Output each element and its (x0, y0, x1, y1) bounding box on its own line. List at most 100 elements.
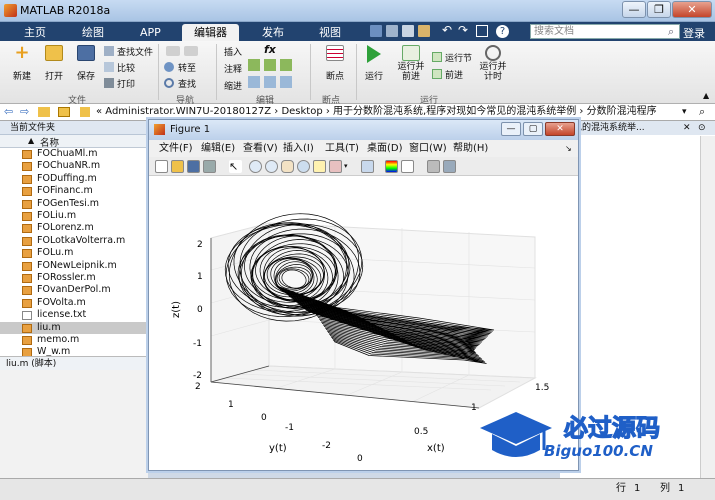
file-list-item[interactable]: W_w.m (0, 346, 148, 356)
wrap-icon[interactable] (264, 59, 276, 71)
menu-window[interactable]: 窗口(W) (409, 140, 447, 157)
goto-button[interactable]: 转至 (164, 61, 210, 74)
brush-icon[interactable] (329, 160, 342, 173)
legend-icon[interactable] (401, 160, 414, 173)
editor-scrollbar[interactable] (700, 136, 715, 478)
insert-label[interactable]: 插入 (224, 45, 242, 58)
nav-forward-icon[interactable] (184, 46, 198, 56)
run-and-advance-button[interactable]: 运行并 前进 (392, 45, 430, 82)
nav-back-icon[interactable] (166, 46, 180, 56)
new-button[interactable]: + 新建 (8, 44, 36, 83)
minimize-button[interactable]: — (622, 1, 646, 18)
uncomment-icon[interactable] (280, 59, 292, 71)
figure-minimize-button[interactable]: — (501, 122, 521, 136)
maximize-button[interactable]: ❐ (647, 1, 671, 18)
print-figure-icon[interactable] (203, 160, 216, 173)
menu-view[interactable]: 查看(V) (243, 140, 278, 157)
save-button[interactable]: 保存 (72, 45, 100, 82)
file-list-item[interactable]: FOChuaMl.m (0, 148, 148, 160)
show-tools-icon[interactable] (443, 160, 456, 173)
sort-arrow-icon[interactable]: ▲ (28, 136, 34, 145)
link-plot-icon[interactable] (361, 160, 374, 173)
run-and-time-button[interactable]: 运行并 计时 (478, 45, 508, 82)
editor-tab[interactable]: 常见的混沌系统举... ✕ ⊙ (560, 121, 715, 135)
menu-file[interactable]: 文件(F) (159, 140, 193, 157)
file-list-item[interactable]: FOChuaNR.m (0, 160, 148, 172)
menu-help[interactable]: 帮助(H) (453, 140, 488, 157)
column-name-header[interactable]: 名称 (40, 135, 59, 149)
new-figure-icon[interactable] (155, 160, 168, 173)
save-figure-icon[interactable] (187, 160, 200, 173)
decrease-indent-icon[interactable] (280, 76, 292, 88)
file-list-item[interactable]: FOVolta.m (0, 297, 148, 309)
dock-arrow-icon[interactable]: ↘ (565, 140, 572, 157)
current-folder-path[interactable]: « Administrator.WIN7U-20180127Z › Deskto… (96, 104, 657, 120)
comment-label[interactable]: 注释 (224, 62, 242, 75)
file-list-item[interactable]: FONewLeipnik.m (0, 260, 148, 272)
advance-button[interactable]: 前进 (432, 68, 472, 81)
open-button[interactable]: 打开 (40, 45, 68, 82)
tab-view[interactable]: 视图 (307, 24, 353, 41)
menu-tools[interactable]: 工具(T) (325, 140, 359, 157)
search-path-icon[interactable]: ⌕ (699, 104, 705, 120)
back-arrow-icon[interactable]: ⇦ (4, 104, 13, 120)
increase-indent-icon[interactable] (264, 76, 276, 88)
menu-desktop[interactable]: 桌面(D) (367, 140, 403, 157)
figure-close-button[interactable]: ✕ (545, 122, 575, 136)
brush-dropdown-icon[interactable]: ▾ (344, 162, 348, 170)
file-list-item[interactable]: FOLu.m (0, 247, 148, 259)
file-list-item[interactable]: FORossler.m (0, 272, 148, 284)
pan-hand-icon[interactable] (281, 160, 294, 173)
file-list-item[interactable]: FOGenTesi.m (0, 198, 148, 210)
hide-tools-icon[interactable] (427, 160, 440, 173)
data-cursor-icon[interactable] (313, 160, 326, 173)
tab-home[interactable]: 主页 (12, 24, 58, 41)
colorbar-icon[interactable] (385, 160, 398, 173)
print-button[interactable]: 打印 (104, 77, 144, 90)
menu-edit[interactable]: 编辑(E) (201, 140, 235, 157)
run-button[interactable]: 运行 (360, 45, 388, 82)
zoom-in-icon[interactable] (249, 160, 262, 173)
file-list-item[interactable]: FOFinanc.m (0, 185, 148, 197)
search-documentation-input[interactable]: 搜索文档 (530, 24, 680, 39)
close-button[interactable]: ✕ (672, 1, 712, 18)
file-list-item[interactable]: FOLotkaVolterra.m (0, 235, 148, 247)
find-button[interactable]: 查找 (164, 77, 210, 90)
pointer-icon[interactable]: ↖ (229, 160, 242, 173)
tab-plots[interactable]: 绘图 (70, 24, 116, 41)
browse-folder-icon[interactable] (58, 107, 70, 117)
undo-icon[interactable]: ↶ (442, 23, 452, 37)
figure-maximize-button[interactable]: ▢ (523, 122, 543, 136)
rotate-3d-icon[interactable] (297, 160, 310, 173)
up-folder-icon[interactable] (38, 107, 50, 117)
file-list-item[interactable]: liu.m (0, 321, 148, 334)
file-list-item[interactable]: FOLorenz.m (0, 222, 148, 234)
file-list-item[interactable]: FOLiu.m (0, 210, 148, 222)
tab-publish[interactable]: 发布 (250, 24, 296, 41)
path-dropdown-icon[interactable]: ▾ (682, 104, 687, 120)
cut-icon[interactable] (386, 25, 398, 37)
redo-icon[interactable]: ↷ (458, 23, 468, 37)
tab-editor[interactable]: 编辑器 (182, 24, 239, 41)
search-icon[interactable]: ⌕ (668, 25, 674, 39)
file-list-item[interactable]: FODuffing.m (0, 173, 148, 185)
percent-icon[interactable] (248, 59, 260, 71)
breakpoints-button[interactable]: 断点 (318, 45, 352, 82)
tab-apps[interactable]: APP (128, 24, 173, 41)
file-list-item[interactable]: FOvanDerPol.m (0, 284, 148, 296)
forward-arrow-icon[interactable]: ⇨ (20, 104, 29, 120)
fx-icon[interactable]: fx (264, 43, 276, 56)
save-icon[interactable] (370, 25, 382, 37)
editor-close-icon[interactable]: ✕ (683, 121, 691, 135)
smart-indent-icon[interactable] (248, 76, 260, 88)
file-list-item[interactable]: license.txt (0, 309, 148, 321)
login-link[interactable]: 登录 (683, 25, 705, 41)
indent-label[interactable]: 缩进 (224, 79, 242, 92)
collapse-ribbon-icon[interactable]: ▲ (703, 91, 709, 100)
zoom-out-icon[interactable] (265, 160, 278, 173)
open-file-icon[interactable] (171, 160, 184, 173)
help-icon[interactable]: ? (496, 25, 509, 38)
copy-icon[interactable] (402, 25, 414, 37)
run-section-button[interactable]: 运行节 (432, 51, 478, 64)
paste-icon[interactable] (418, 25, 430, 37)
